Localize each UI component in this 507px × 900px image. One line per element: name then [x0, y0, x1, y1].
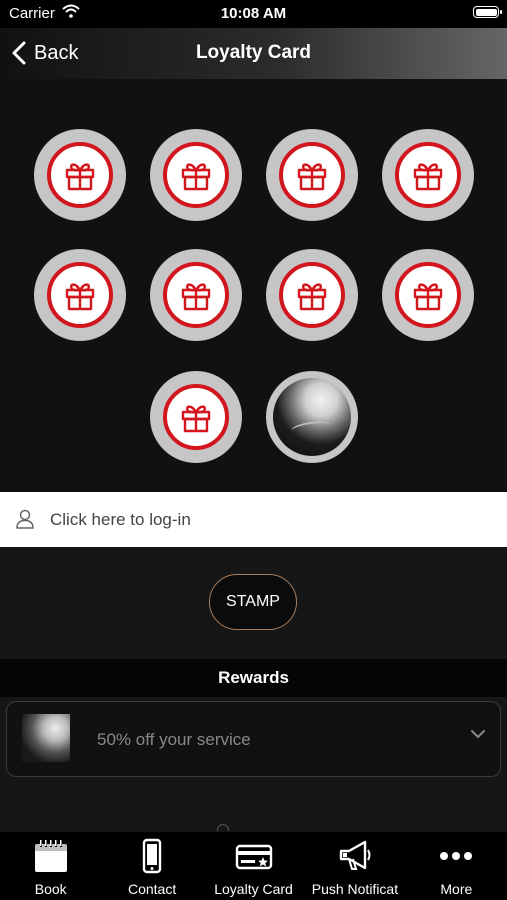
battery-icon [473, 6, 502, 18]
chevron-down-icon[interactable] [470, 726, 486, 742]
stamp-slot [150, 371, 242, 463]
stamp-slot [266, 249, 358, 341]
clock: 10:08 AM [220, 5, 287, 22]
back-button[interactable]: Back [10, 38, 78, 68]
stamp-slot [266, 129, 358, 221]
calendar-icon [34, 840, 67, 872]
rewards-header: Rewards [0, 659, 507, 697]
status-bar: Carrier 10:08 AM [0, 0, 507, 28]
gift-icon [297, 163, 327, 191]
tab-bar: Book Contact Loyalty Card Push Notificat [0, 832, 507, 900]
tab-push-notifications[interactable]: Push Notificat [304, 832, 405, 900]
navigation-bar: Back Loyalty Card [0, 28, 507, 79]
stamp-slot-photo [266, 371, 358, 463]
reward-item[interactable]: 50% off your service [6, 701, 501, 777]
login-label: Click here to log-in [50, 510, 191, 529]
gift-icon [181, 163, 211, 191]
chevron-left-icon [12, 41, 26, 65]
login-row[interactable]: Click here to log-in [0, 492, 507, 547]
stamp-slot [382, 129, 474, 221]
more-dots-icon [440, 852, 473, 860]
tab-label: Contact [127, 881, 177, 897]
tab-label: More [440, 881, 473, 897]
gift-icon [297, 283, 327, 311]
stamp-slot [150, 249, 242, 341]
stamp-slot [34, 129, 126, 221]
reward-text: 50% off your service [97, 730, 251, 749]
rewards-list: 50% off your service [0, 697, 507, 832]
tab-more[interactable]: More [406, 832, 507, 900]
reward-thumbnail [22, 714, 70, 762]
stamp-slot [34, 249, 126, 341]
gift-icon [181, 283, 211, 311]
rewards-title: Rewards [218, 668, 289, 687]
stamp-slot [150, 129, 242, 221]
user-icon [16, 509, 34, 529]
scroll-indicator [217, 824, 229, 831]
phone-icon [142, 838, 162, 874]
gift-icon [413, 283, 443, 311]
stamp-button[interactable]: STAMP [209, 574, 297, 630]
back-label: Back [34, 41, 79, 64]
salon-photo [273, 378, 351, 456]
tab-label: Loyalty Card [214, 881, 293, 897]
gift-icon [413, 163, 443, 191]
megaphone-icon [339, 840, 371, 870]
stamp-grid [0, 79, 507, 492]
gift-icon [65, 283, 95, 311]
tab-label: Push Notificat [311, 881, 399, 897]
stamp-slot [382, 249, 474, 341]
gift-icon [65, 163, 95, 191]
stamp-area: STAMP [0, 547, 507, 659]
tab-loyalty-card[interactable]: Loyalty Card [203, 832, 304, 900]
tab-contact[interactable]: Contact [101, 832, 202, 900]
loyalty-card-icon [235, 844, 272, 870]
tab-book[interactable]: Book [0, 832, 101, 900]
tab-label: Book [34, 881, 67, 897]
gift-icon [181, 405, 211, 433]
